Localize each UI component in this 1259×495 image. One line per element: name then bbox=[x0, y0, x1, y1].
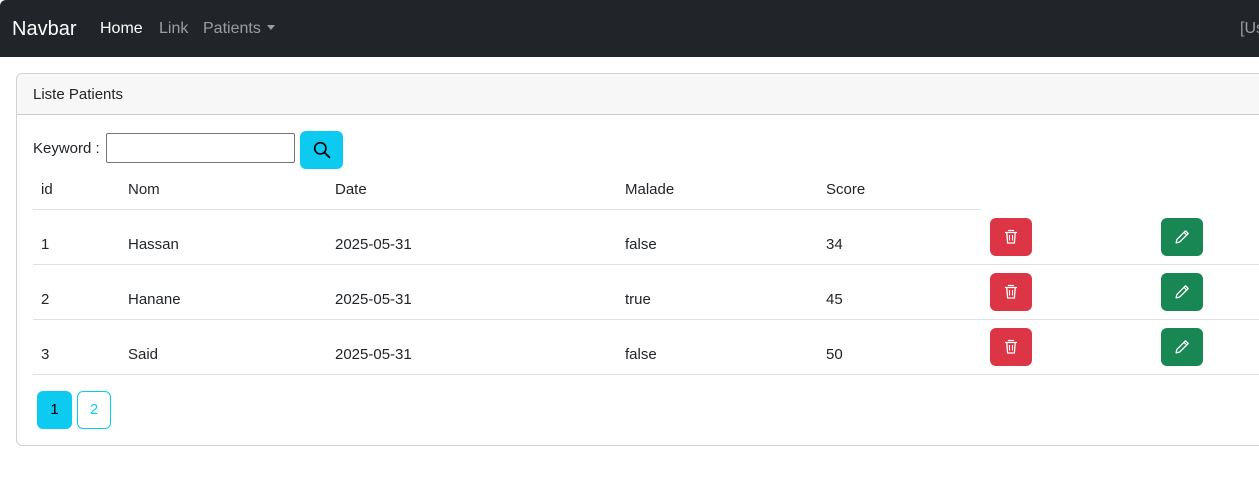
row-divider bbox=[33, 264, 1259, 265]
cell-date: 2025-05-31 bbox=[335, 346, 412, 363]
column-header-nom: Nom bbox=[128, 181, 160, 198]
navbar: Navbar Home Link Patients [Us bbox=[0, 0, 1259, 57]
nav-link-home[interactable]: Home bbox=[100, 19, 143, 39]
column-header-score: Score bbox=[826, 181, 866, 198]
trash-icon bbox=[1004, 284, 1018, 299]
row-divider bbox=[33, 319, 1259, 320]
column-header-date: Date bbox=[335, 181, 367, 198]
trash-icon bbox=[1004, 229, 1018, 244]
cell-malade: false bbox=[625, 346, 657, 363]
delete-button[interactable] bbox=[990, 273, 1032, 311]
delete-button[interactable] bbox=[990, 328, 1032, 366]
cell-id: 1 bbox=[41, 236, 50, 253]
cell-nom: Hassan bbox=[128, 236, 179, 253]
cell-malade: false bbox=[625, 236, 657, 253]
cell-date: 2025-05-31 bbox=[335, 236, 412, 253]
pencil-icon bbox=[1175, 230, 1189, 244]
search-icon bbox=[313, 141, 330, 159]
cell-nom: Hanane bbox=[128, 291, 181, 308]
edit-button[interactable] bbox=[1161, 328, 1203, 366]
pencil-icon bbox=[1175, 340, 1189, 354]
edit-button[interactable] bbox=[1161, 218, 1203, 256]
caret-down-icon bbox=[266, 25, 275, 30]
nav-dropdown-patients[interactable]: Patients bbox=[203, 19, 275, 39]
cell-malade: true bbox=[625, 291, 651, 308]
cell-nom: Said bbox=[128, 346, 159, 363]
search-button[interactable] bbox=[300, 131, 343, 169]
column-header-id: id bbox=[41, 181, 53, 198]
trash-icon bbox=[1004, 339, 1018, 354]
cell-score: 34 bbox=[826, 236, 843, 253]
nav-dropdown-patients-label: Patients bbox=[203, 20, 261, 37]
table-header-divider bbox=[33, 209, 981, 210]
edit-button[interactable] bbox=[1161, 273, 1203, 311]
card-header: Liste Patients bbox=[17, 74, 1259, 115]
page-button-1[interactable]: 1 bbox=[37, 391, 72, 429]
cell-score: 45 bbox=[826, 291, 843, 308]
card-title: Liste Patients bbox=[33, 86, 124, 103]
navbar-brand[interactable]: Navbar bbox=[12, 17, 76, 41]
column-header-malade: Malade bbox=[625, 181, 675, 198]
cell-date: 2025-05-31 bbox=[335, 291, 412, 308]
delete-button[interactable] bbox=[990, 218, 1032, 256]
cell-id: 3 bbox=[41, 346, 50, 363]
cell-score: 50 bbox=[826, 346, 843, 363]
patients-card: Liste Patients Keyword : id Nom Date Mal… bbox=[16, 73, 1259, 446]
cell-id: 2 bbox=[41, 291, 50, 308]
user-info: [Us bbox=[1240, 20, 1259, 37]
pencil-icon bbox=[1175, 285, 1189, 299]
page-button-2[interactable]: 2 bbox=[77, 391, 111, 429]
row-divider bbox=[33, 374, 1259, 375]
nav-link-link[interactable]: Link bbox=[159, 19, 188, 39]
keyword-label: Keyword : bbox=[33, 140, 100, 157]
keyword-input[interactable] bbox=[106, 133, 295, 163]
